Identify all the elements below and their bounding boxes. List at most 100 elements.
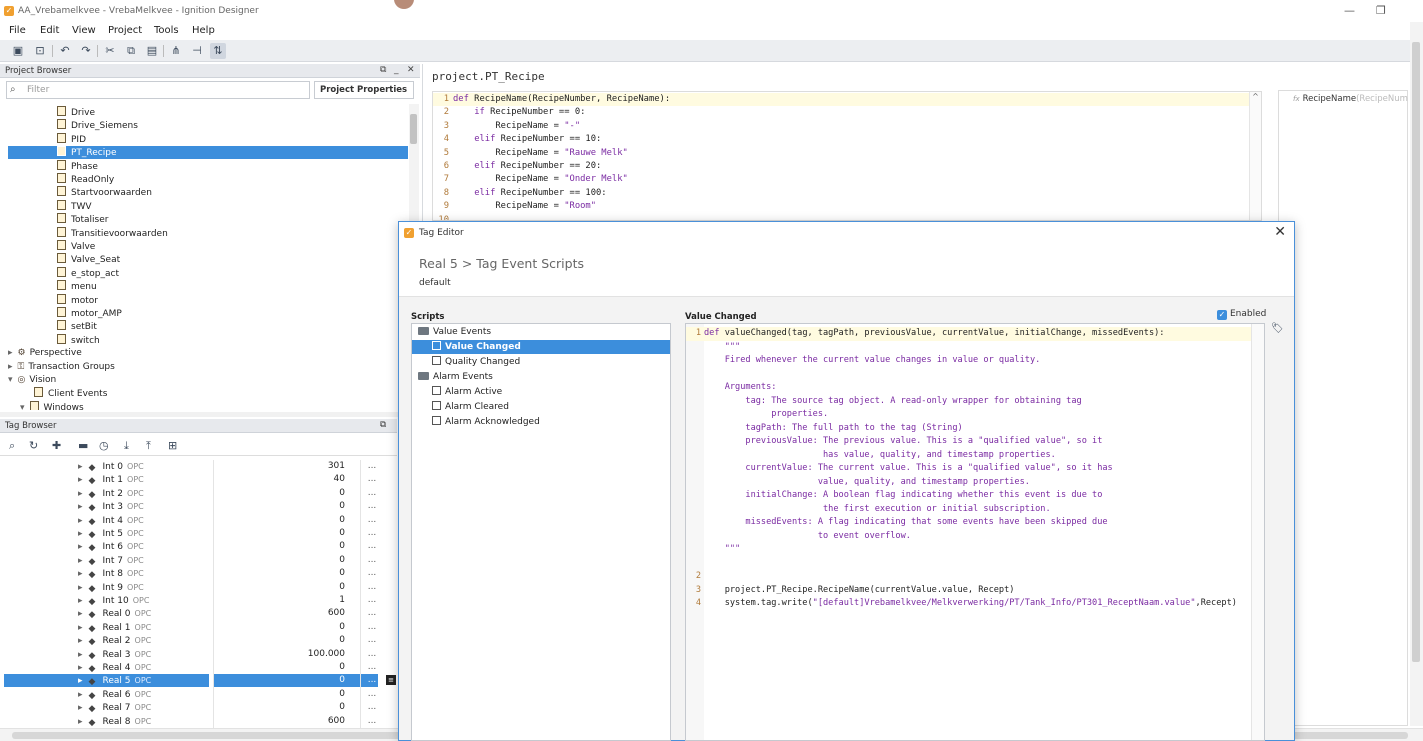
code-line[interactable]: 9 RecipeName = "Room" [433, 200, 1261, 213]
menu-view[interactable]: View [72, 25, 96, 36]
expand-arrow-icon[interactable]: ▸ [78, 609, 83, 619]
code-line[interactable]: 1 def RecipeName(RecipeNumber, RecipeName… [433, 93, 1261, 107]
import-icon[interactable]: ⤓ [124, 439, 129, 453]
tag-row[interactable]: ▸ ◆ Real 5 OPC 0... ≡ [0, 674, 397, 688]
script-item[interactable]: menu [0, 280, 400, 293]
tag-row[interactable]: ▸ ◆ Int 9 OPC 0... [0, 580, 397, 594]
script-item[interactable]: motor [0, 293, 400, 307]
tag-more-button[interactable]: ... [364, 634, 380, 647]
menu-edit[interactable]: Edit [40, 25, 59, 36]
script-item[interactable]: ReadOnly [0, 173, 400, 186]
tree-section[interactable]: ▾ ◎ Vision [8, 374, 56, 387]
script-item[interactable]: Valve [0, 240, 400, 253]
tag-value[interactable]: 0 [214, 500, 345, 513]
minimize-button[interactable]: — [1344, 4, 1355, 17]
tag-more-button[interactable]: ... [364, 621, 380, 634]
align-icon[interactable]: ⋔ [168, 43, 184, 59]
tag-more-button[interactable]: ... [364, 540, 380, 553]
filter-input[interactable]: ⌕ Filter [6, 81, 310, 99]
tag-value[interactable]: 0 [214, 701, 345, 714]
panel-splitter[interactable] [0, 412, 420, 417]
tag-row[interactable]: ▸ ◆ Real 4 OPC 0... [0, 661, 397, 675]
event-item[interactable]: Alarm Acknowledged [412, 415, 670, 429]
event-item[interactable]: Value Changed [412, 340, 670, 354]
tag-value[interactable]: 600 [214, 715, 345, 728]
code-line[interactable] [686, 368, 1251, 382]
code-scrollbar[interactable] [1251, 324, 1264, 740]
tree-section[interactable]: ▸ ⚙ Perspective [8, 347, 82, 360]
script-item[interactable]: Phase [0, 159, 400, 173]
view-options-icon[interactable]: ⊞ [168, 439, 177, 452]
comm-icon[interactable]: ⇅ [210, 43, 226, 59]
refresh-icon[interactable]: ↻ [29, 439, 38, 452]
tag-row[interactable]: ▸ ◆ Int 1 OPC 40... [0, 473, 397, 487]
tag-value[interactable]: 100.000 [214, 648, 345, 661]
code-line[interactable] [686, 557, 1251, 571]
export-icon[interactable]: ⤒ [146, 439, 151, 453]
tag-row[interactable]: ▸ ◆ Real 0 OPC 600... [0, 607, 397, 621]
script-item[interactable]: motor_AMP [0, 307, 400, 320]
expand-arrow-icon[interactable]: ▸ [78, 475, 83, 485]
tag-row[interactable]: ▸ ◆ Int 5 OPC 0... [0, 527, 397, 541]
expand-arrow-icon[interactable]: ▸ [78, 650, 83, 660]
tag-value[interactable]: 0 [214, 527, 345, 540]
tag-row[interactable]: ▸ ◆ Int 0 OPC 301... [0, 460, 397, 474]
script-item[interactable]: Totaliser [0, 213, 400, 226]
event-script-editor[interactable]: 1 def valueChanged(tag, tagPath, previous… [685, 323, 1265, 741]
copy-icon[interactable]: ⧉ [123, 43, 139, 59]
expand-arrow-icon[interactable]: ▸ [78, 462, 83, 472]
tag-value[interactable]: 40 [214, 473, 345, 486]
code-line[interactable]: """ [686, 543, 1251, 557]
tag-value[interactable]: 1 [214, 594, 345, 607]
script-item[interactable]: Startvoorwaarden [0, 186, 400, 199]
code-line[interactable]: 4 elif RecipeNumber == 10: [433, 133, 1261, 146]
script-item[interactable]: e_stop_act [0, 266, 400, 280]
expand-arrow-icon[interactable]: ▸ [78, 690, 83, 700]
tag-row[interactable]: ▸ ◆ Real 8 OPC 600... [0, 714, 397, 728]
edit-tag-icon[interactable]: ≡ [386, 675, 396, 686]
expand-arrow-icon[interactable]: ▸ [78, 676, 83, 686]
expand-arrow-icon[interactable]: ▸ [78, 583, 83, 593]
event-folder[interactable]: Alarm Events [412, 370, 670, 384]
code-line[interactable]: 2 if RecipeNumber == 0: [433, 106, 1261, 119]
tag-row[interactable]: ▸ ◆ Int 3 OPC 0... [0, 500, 397, 514]
tag-row[interactable]: ▸ ◆ Real 7 OPC 0... [0, 701, 397, 715]
tag-more-button[interactable]: ... [364, 581, 380, 594]
add-tag-icon[interactable]: ✚ [52, 439, 61, 452]
tag-value[interactable]: 0 [214, 661, 345, 674]
tag-value[interactable]: 0 [214, 487, 345, 500]
code-line[interactable]: 6 elif RecipeNumber == 20: [433, 160, 1261, 173]
script-item[interactable]: Drive_Siemens [0, 119, 400, 132]
search-icon[interactable]: ⌕ [9, 439, 15, 453]
expand-arrow-icon[interactable]: ▸ [78, 502, 83, 512]
tag-more-button[interactable]: ... [364, 661, 380, 674]
tag-row[interactable]: ▸ ◆ Int 4 OPC 0... [0, 513, 397, 527]
tag-more-button[interactable]: ... [364, 701, 380, 714]
expand-arrow-icon[interactable]: ▾ [8, 375, 13, 385]
code-scrollbar[interactable]: ^ [1249, 92, 1261, 220]
menu-project[interactable]: Project [108, 25, 142, 36]
expand-arrow-icon[interactable]: ▸ [78, 529, 83, 539]
tree-item[interactable]: Client Events [34, 387, 107, 400]
tag-more-button[interactable]: ... [364, 688, 380, 701]
expand-arrow-icon[interactable]: ▸ [8, 362, 13, 372]
script-item[interactable]: Valve_Seat [0, 253, 400, 266]
float-icon[interactable]: ⧉ [380, 65, 386, 75]
tag-value[interactable]: 0 [214, 514, 345, 527]
event-item[interactable]: Alarm Cleared [412, 400, 670, 414]
tag-more-button[interactable]: ... [364, 607, 380, 620]
tag-more-button[interactable]: ... [364, 460, 380, 473]
tree-item[interactable]: ▾ Windows [20, 400, 84, 410]
tag-more-button[interactable]: ... [364, 567, 380, 580]
code-line[interactable]: has value, quality, and timestamp proper… [686, 449, 1251, 463]
close-icon[interactable]: ✕ [1274, 224, 1286, 240]
expand-arrow-icon[interactable]: ▾ [20, 403, 25, 410]
code-line[interactable]: 5 RecipeName = "Rauwe Melk" [433, 147, 1261, 160]
code-line[interactable]: Fired whenever the current value changes… [686, 354, 1251, 368]
tag-value[interactable]: 0 [214, 674, 345, 687]
script-item[interactable]: setBit [0, 320, 400, 333]
main-vertical-scrollbar[interactable] [1410, 22, 1423, 726]
tag-icon[interactable]: 🏷 [1271, 323, 1284, 334]
tag-more-button[interactable]: ... [364, 594, 380, 607]
code-line[interactable]: 1 def valueChanged(tag, tagPath, previous… [686, 327, 1251, 341]
